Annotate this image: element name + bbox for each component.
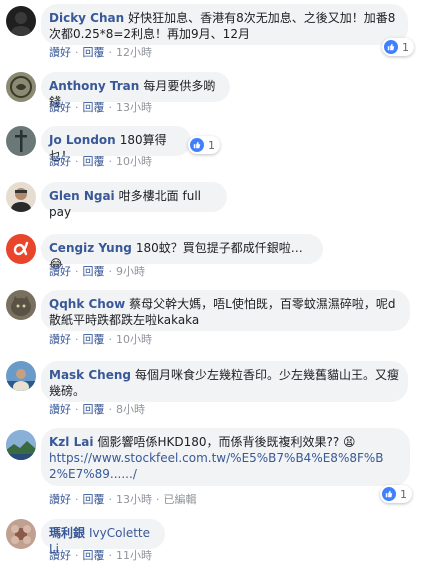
like-button[interactable]: 讚好 <box>49 333 71 346</box>
comment-time[interactable]: 10小時 <box>116 155 152 168</box>
comment-author[interactable]: Cengiz Yung <box>49 241 132 255</box>
avatar[interactable] <box>6 6 36 36</box>
comment-actions: 讚好 · 回覆 · 11小時 <box>49 549 152 563</box>
comment-time[interactable]: 13小時 <box>116 493 152 506</box>
separator: · <box>108 333 113 346</box>
comment-link[interactable]: https://www.stockfeel.com.tw/%E5%B7%B4%E… <box>49 451 384 481</box>
separator: · <box>75 265 79 278</box>
comment-bubble: Qqhk Chow 蔡母父幹大媽，唔L使怕既，百零蚊濕濕碎啦，呢d 散紙平時跌都跌… <box>41 290 410 331</box>
edited-label[interactable]: 已編輯 <box>164 493 197 506</box>
landscape-icon <box>6 430 36 460</box>
reaction-count[interactable]: 1 <box>380 485 412 503</box>
flower-icon <box>11 525 31 544</box>
comment-time[interactable]: 12小時 <box>116 46 152 59</box>
comment-author[interactable]: Glen Ngai <box>49 189 115 203</box>
comment-time[interactable]: 8小時 <box>116 403 145 416</box>
reaction-count-value: 1 <box>402 40 409 54</box>
comment-bubble: Kzl Lai 個影響唔係HKD180，而係背後既複利效果?? 😫 https:/… <box>41 428 410 486</box>
like-button[interactable]: 讚好 <box>49 155 71 168</box>
reaction-count-value: 1 <box>208 138 215 152</box>
comment-actions: 讚好 · 回覆 · 12小時 <box>49 46 152 60</box>
avatar[interactable] <box>6 290 36 320</box>
like-button[interactable]: 讚好 <box>49 265 71 278</box>
separator: · <box>75 155 79 168</box>
reaction-count[interactable]: 1 <box>188 136 220 154</box>
avatar[interactable] <box>6 361 36 391</box>
comment-author[interactable]: 瑪利銀 <box>49 526 85 540</box>
separator: · <box>108 549 113 562</box>
comment-actions: 讚好 · 回覆 · 13小時 · 已編輯 <box>49 493 197 507</box>
separator: · <box>75 549 79 562</box>
person-icon <box>11 12 31 36</box>
comment-time[interactable]: 9小時 <box>116 265 145 278</box>
separator: · <box>108 46 113 59</box>
reply-button[interactable]: 回覆 <box>83 403 105 416</box>
alpha-icon <box>13 241 29 256</box>
like-reaction-icon <box>384 40 398 54</box>
separator: · <box>108 403 113 416</box>
cross-icon <box>15 130 27 152</box>
reply-button[interactable]: 回覆 <box>83 333 105 346</box>
reply-button[interactable]: 回覆 <box>83 265 105 278</box>
like-button[interactable]: 讚好 <box>49 46 71 59</box>
avatar[interactable] <box>6 234 36 264</box>
logo-icon <box>10 76 32 98</box>
comment-author[interactable]: Jo London <box>49 133 116 147</box>
comment-author[interactable]: Mask Cheng <box>49 368 131 382</box>
comment-bubble: Mask Cheng 每個月咪食少左幾粒香印。少左幾舊貓山王。又瘦幾磅。 <box>41 361 408 402</box>
avatar[interactable] <box>6 430 36 460</box>
like-button[interactable]: 讚好 <box>49 403 71 416</box>
comment-author[interactable]: Qqhk Chow <box>49 297 125 311</box>
separator: · <box>75 403 79 416</box>
like-reaction-icon <box>382 487 396 501</box>
comment-text: 個影響唔係HKD180，而係背後既複利效果?? 😫 <box>97 435 356 449</box>
separator: · <box>75 333 79 346</box>
separator: · <box>75 493 79 506</box>
separator: · <box>108 155 113 168</box>
reply-button[interactable]: 回覆 <box>83 549 105 562</box>
avatar[interactable] <box>6 182 36 212</box>
person-icon <box>6 369 36 391</box>
comment-time[interactable]: 13小時 <box>116 101 152 114</box>
avatar[interactable] <box>6 72 36 102</box>
comment-bubble: Anthony Tran 每月要供多啲錢 <box>41 72 230 109</box>
separator: · <box>156 493 160 506</box>
separator: · <box>108 101 113 114</box>
like-button[interactable]: 讚好 <box>49 549 71 562</box>
reaction-count-value: 1 <box>400 487 407 501</box>
person-icon <box>11 188 31 212</box>
comment-author[interactable]: Kzl Lai <box>49 435 93 449</box>
comment-bubble: Glen Ngai 咁多樓北面 full pay <box>41 182 227 219</box>
separator: · <box>108 493 113 506</box>
cat-icon <box>11 296 31 316</box>
comment-actions: 讚好 · 回覆 · 13小時 <box>49 101 152 115</box>
comment-bubble: Dicky Chan 好快狂加息、香港有8次无加息、之後又加！加番8次都0.25*… <box>41 4 408 45</box>
comment-actions: 讚好 · 回覆 · 10小時 <box>49 333 152 347</box>
comment-actions: 讚好 · 回覆 · 9小時 <box>49 265 145 279</box>
comment-bubble: 瑪利銀 IvyColette Li <box>41 519 165 556</box>
comment-time[interactable]: 10小時 <box>116 333 152 346</box>
comment-actions: 讚好 · 回覆 · 10小時 <box>49 155 152 169</box>
comment-bubble: Cengiz Yung 180蚊？買包提子都成仟銀啦…😂 <box>41 234 323 271</box>
like-button[interactable]: 讚好 <box>49 101 71 114</box>
comment-author[interactable]: Anthony Tran <box>49 79 139 93</box>
comment-time[interactable]: 11小時 <box>116 549 152 562</box>
like-reaction-icon <box>190 138 204 152</box>
reaction-count[interactable]: 1 <box>382 38 414 56</box>
reply-button[interactable]: 回覆 <box>83 155 105 168</box>
separator: · <box>75 46 79 59</box>
reply-button[interactable]: 回覆 <box>83 101 105 114</box>
avatar[interactable] <box>6 126 36 156</box>
comment-actions: 讚好 · 回覆 · 8小時 <box>49 403 145 417</box>
comment-bubble: Jo London 180算得乜！ <box>41 126 191 163</box>
like-button[interactable]: 讚好 <box>49 493 71 506</box>
reply-button[interactable]: 回覆 <box>83 493 105 506</box>
comment-author[interactable]: Dicky Chan <box>49 11 124 25</box>
reply-button[interactable]: 回覆 <box>83 46 105 59</box>
separator: · <box>75 101 79 114</box>
avatar[interactable] <box>6 519 36 549</box>
separator: · <box>108 265 113 278</box>
